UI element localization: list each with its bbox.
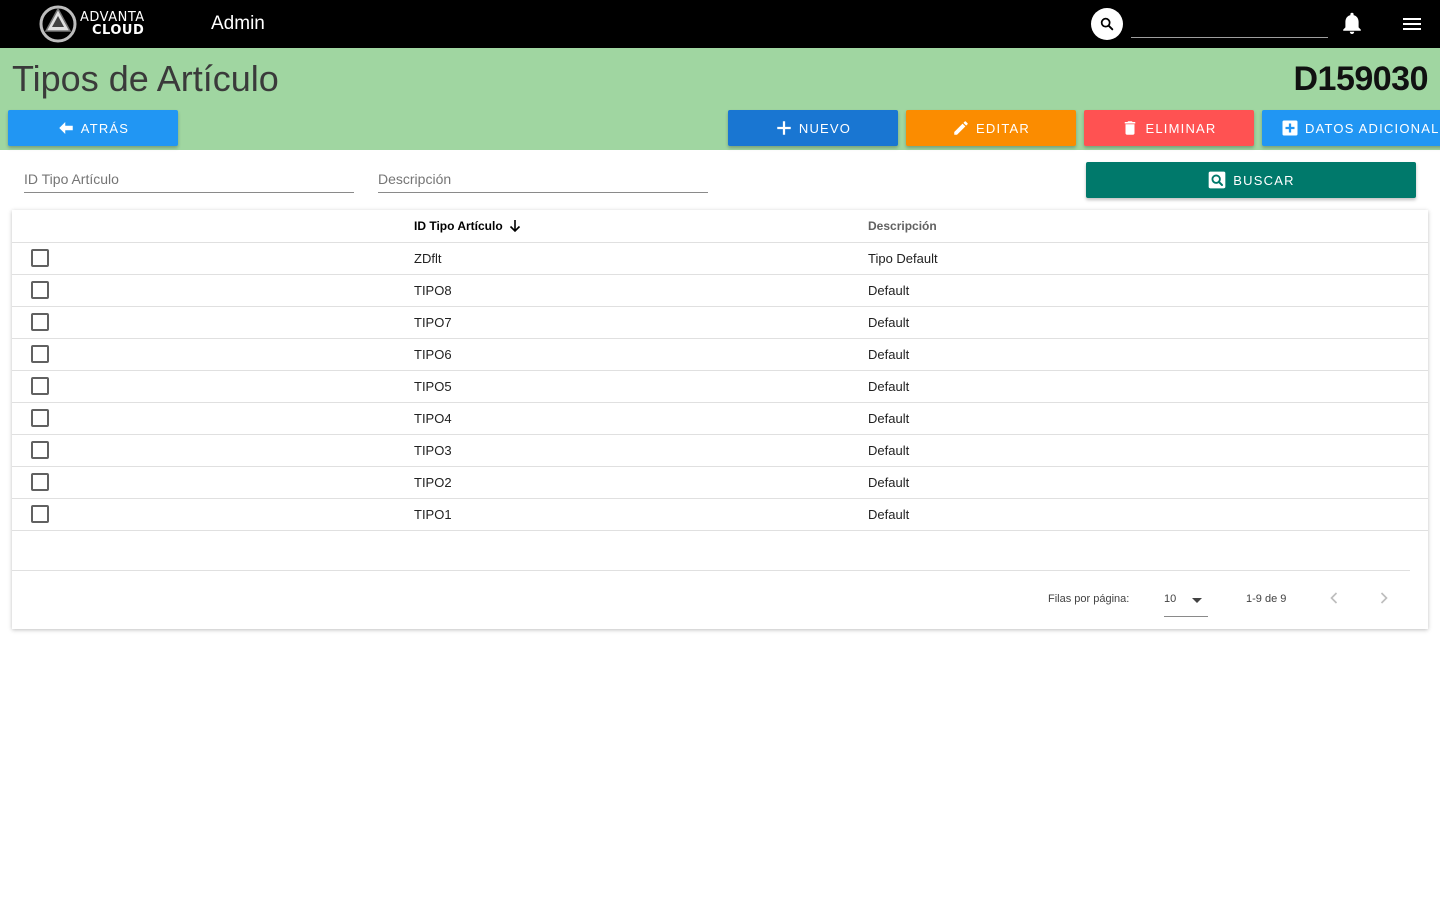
delete-button[interactable]: ELIMINAR [1084, 110, 1254, 146]
row-select-cell [12, 306, 399, 339]
row-select-cell [12, 370, 399, 403]
edit-button-label: EDITAR [976, 120, 1030, 136]
row-id: ZDflt [399, 242, 853, 275]
row-description: Default [853, 370, 1428, 403]
trash-icon [1125, 121, 1136, 135]
back-button-label: ATRÁS [80, 120, 130, 136]
table-row[interactable]: TIPO1 Default [12, 498, 1428, 531]
additional-data-button-label: DATOS ADICIONALES [1305, 120, 1440, 136]
plus-box-icon [1282, 120, 1298, 136]
row-select-cell [12, 274, 399, 307]
id-filter-input[interactable] [24, 166, 354, 192]
row-checkbox[interactable] [31, 409, 49, 427]
row-select-cell [12, 466, 399, 499]
description-filter-field [378, 166, 708, 193]
company-code: D159030 [1293, 60, 1428, 98]
row-id: TIPO2 [399, 466, 853, 499]
row-checkbox[interactable] [31, 281, 49, 299]
edit-button[interactable]: EDITAR [906, 110, 1076, 146]
table-row[interactable]: TIPO2 Default [12, 466, 1428, 499]
table-row[interactable]: TIPO8 Default [12, 274, 1428, 307]
row-id: TIPO3 [399, 434, 853, 467]
row-id: TIPO6 [399, 338, 853, 371]
page-header: Tipos de Artículo D159030 ATRÁS NUEVO ED… [0, 48, 1440, 150]
row-checkbox[interactable] [31, 345, 49, 363]
menu-icon[interactable] [1400, 12, 1424, 36]
row-id: TIPO4 [399, 402, 853, 435]
caret-down-icon [1192, 598, 1202, 603]
new-button-label: NUEVO [798, 120, 852, 136]
row-checkbox[interactable] [31, 505, 49, 523]
logo-mark-icon [39, 5, 77, 43]
pencil-icon [954, 121, 968, 135]
logo-line2: CLOUD [92, 23, 145, 38]
bell-icon[interactable] [1340, 12, 1364, 36]
table-row[interactable]: TIPO4 Default [12, 402, 1428, 435]
app-bar: ADVANTA CLOUD Admin [0, 0, 1440, 48]
rows-per-page-value: 10 [1164, 593, 1177, 605]
table-row[interactable]: ZDflt Tipo Default [12, 242, 1428, 275]
row-id: TIPO7 [399, 306, 853, 339]
page-title: Tipos de Artículo [12, 58, 279, 99]
row-id: TIPO1 [399, 498, 853, 531]
row-description: Default [853, 402, 1428, 435]
row-checkbox[interactable] [31, 249, 49, 267]
row-id: TIPO8 [399, 274, 853, 307]
row-select-cell [12, 402, 399, 435]
search-filter-button-label: BUSCAR [1233, 172, 1295, 188]
rows-per-page-select[interactable]: 10 [1164, 586, 1208, 617]
search-button[interactable] [1091, 8, 1123, 40]
row-id: TIPO5 [399, 370, 853, 403]
advanta-cloud-logo[interactable]: ADVANTA CLOUD [36, 4, 160, 44]
chevron-left-icon[interactable] [1324, 588, 1344, 608]
rows-per-page-label: Filas por página: [1048, 593, 1130, 605]
app-title: Admin [211, 13, 265, 34]
arrow-left-icon [59, 122, 73, 134]
data-table-card: ID Tipo Artículo Descripción ZDflt Tipo … [12, 210, 1428, 629]
row-description: Default [853, 434, 1428, 467]
table-row[interactable]: TIPO7 Default [12, 306, 1428, 339]
table-header-row: ID Tipo Artículo Descripción [12, 210, 1428, 243]
sort-descending-arrow-icon[interactable] [509, 219, 521, 233]
table-row[interactable]: TIPO3 Default [12, 434, 1428, 467]
row-checkbox[interactable] [31, 313, 49, 331]
row-checkbox[interactable] [31, 441, 49, 459]
pagination-range: 1-9 de 9 [1246, 593, 1287, 605]
column-header-select [12, 210, 399, 243]
column-header-id-label: ID Tipo Artículo [414, 218, 503, 233]
row-select-cell [12, 434, 399, 467]
additional-data-button[interactable]: DATOS ADICIONALES [1262, 110, 1440, 146]
plus-icon [777, 121, 791, 135]
column-header-id[interactable]: ID Tipo Artículo [399, 210, 853, 243]
row-description: Default [853, 338, 1428, 371]
column-header-description[interactable]: Descripción [853, 210, 1428, 243]
row-select-cell [12, 498, 399, 531]
row-description: Default [853, 306, 1428, 339]
column-header-description-label: Descripción [868, 218, 937, 233]
row-checkbox[interactable] [31, 377, 49, 395]
description-filter-input[interactable] [378, 166, 708, 192]
delete-button-label: ELIMINAR [1145, 120, 1217, 136]
chevron-right-icon[interactable] [1374, 588, 1394, 608]
global-search-input[interactable] [1131, 10, 1328, 38]
table-footer-divider [12, 570, 1410, 571]
table-row[interactable]: TIPO6 Default [12, 338, 1428, 371]
new-button[interactable]: NUEVO [728, 110, 898, 146]
row-description: Default [853, 274, 1428, 307]
table-row[interactable]: TIPO5 Default [12, 370, 1428, 403]
row-description: Default [853, 466, 1428, 499]
row-description: Default [853, 498, 1428, 531]
search-filter-button[interactable]: BUSCAR [1086, 162, 1416, 198]
data-table: ID Tipo Artículo Descripción ZDflt Tipo … [12, 210, 1428, 531]
row-checkbox[interactable] [31, 473, 49, 491]
search-box-icon [1208, 171, 1226, 189]
back-button[interactable]: ATRÁS [8, 110, 178, 146]
row-select-cell [12, 242, 399, 275]
search-icon [1100, 17, 1114, 31]
id-filter-field [24, 166, 354, 193]
row-select-cell [12, 338, 399, 371]
row-description: Tipo Default [853, 242, 1428, 275]
